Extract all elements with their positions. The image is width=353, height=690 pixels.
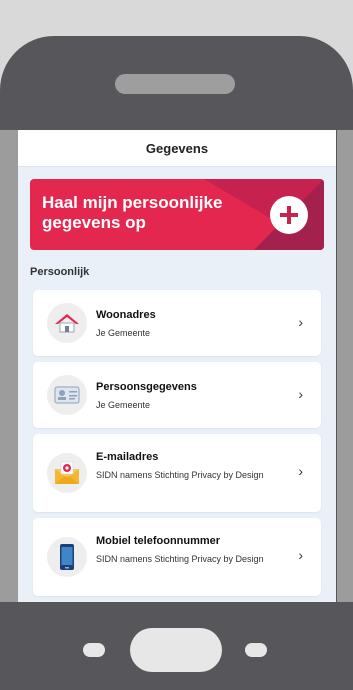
chevron-right-icon: › bbox=[298, 547, 303, 563]
section-heading: Persoonlijk bbox=[30, 266, 90, 278]
phone-home-button[interactable] bbox=[130, 628, 222, 672]
list-item-mobiel-telefoonnummer[interactable]: Mobiel telefoonnummer SIDN namens Sticht… bbox=[33, 518, 321, 596]
item-title: Mobiel telefoonnummer bbox=[96, 535, 221, 547]
chevron-right-icon: › bbox=[298, 386, 303, 402]
item-subtitle: Je Gemeente bbox=[96, 328, 151, 338]
page-title: Gegevens bbox=[145, 140, 209, 156]
banner-label: Haal mijn persoonlijke gegevens op bbox=[42, 193, 223, 232]
phone-bezel-right bbox=[337, 130, 353, 610]
chevron-right-icon: › bbox=[298, 463, 303, 479]
plus-icon[interactable] bbox=[270, 196, 308, 234]
item-subtitle: SIDN namens Stichting Privacy by Design bbox=[96, 554, 264, 564]
phone-speaker bbox=[115, 74, 235, 94]
list-item-emailadres[interactable]: E-mailadres SIDN namens Stichting Privac… bbox=[33, 434, 321, 512]
app-bar: Gegevens bbox=[18, 130, 336, 167]
fetch-data-banner[interactable]: Haal mijn persoonlijke gegevens op bbox=[30, 179, 324, 250]
item-subtitle: Je Gemeente bbox=[96, 400, 151, 410]
phone-menu-button[interactable] bbox=[245, 643, 267, 657]
item-title: Persoonsgegevens bbox=[96, 381, 197, 393]
mobile-phone-icon bbox=[47, 537, 87, 577]
phone-back-button[interactable] bbox=[83, 643, 105, 657]
id-card-icon bbox=[47, 375, 87, 415]
list-item-persoonsgegevens[interactable]: Persoonsgegevens Je Gemeente › bbox=[33, 362, 321, 428]
item-subtitle: SIDN namens Stichting Privacy by Design bbox=[96, 470, 264, 480]
item-title: Woonadres bbox=[96, 309, 156, 321]
list-item-woonadres[interactable]: Woonadres Je Gemeente › bbox=[33, 290, 321, 356]
house-icon bbox=[47, 303, 87, 343]
phone-bezel-left bbox=[0, 130, 20, 610]
email-icon bbox=[47, 453, 87, 493]
app-screen: Gegevens Haal mijn persoonlijke gegevens… bbox=[18, 130, 336, 602]
chevron-right-icon: › bbox=[298, 314, 303, 330]
item-title: E-mailadres bbox=[96, 451, 159, 463]
